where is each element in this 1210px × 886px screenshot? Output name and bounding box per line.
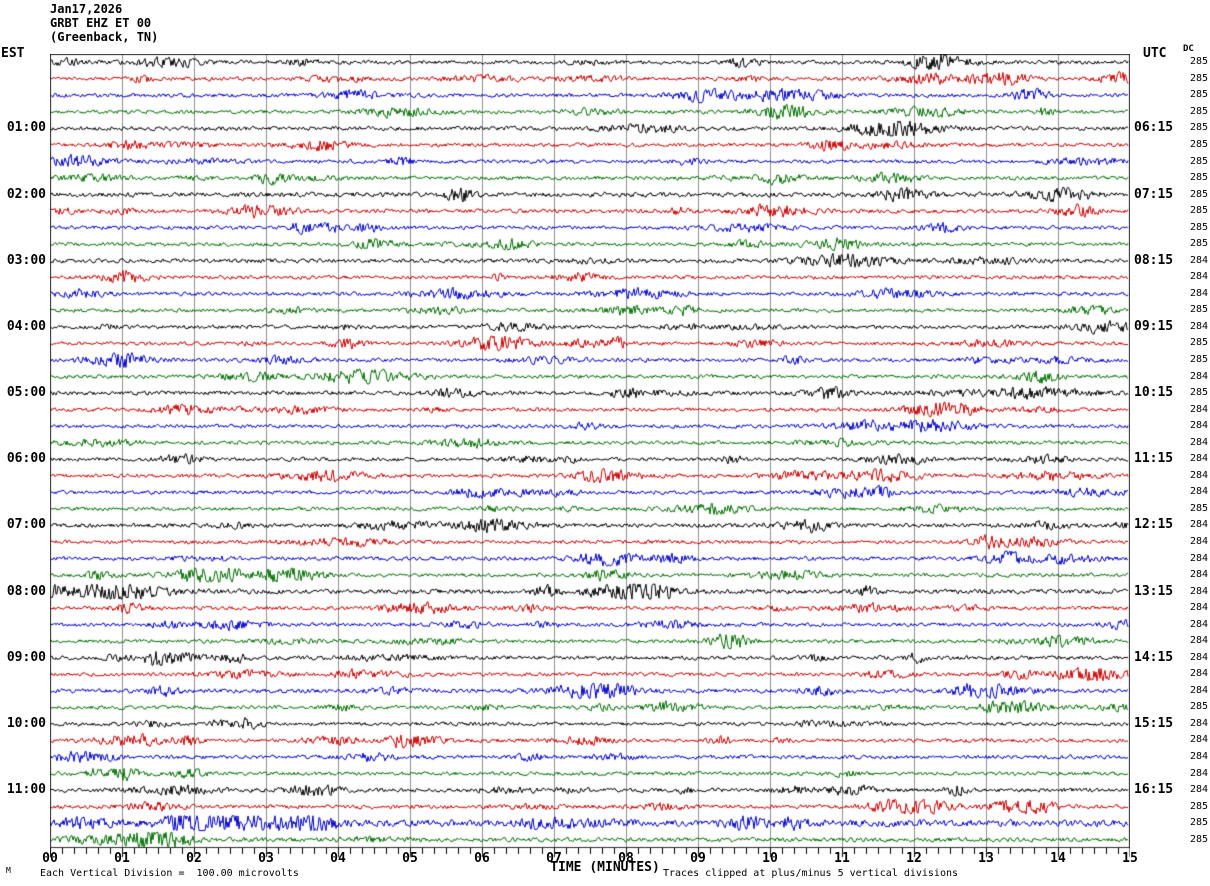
dc-value: 284 — [1189, 469, 1208, 481]
x-tick-label: 10 — [762, 851, 778, 866]
dc-value: 285 — [1189, 188, 1208, 200]
dc-value: 285 — [1189, 502, 1208, 514]
dc-value: 285 — [1189, 105, 1208, 117]
dc-value: 284 — [1189, 370, 1208, 382]
est-hour-label: 02:00 — [6, 186, 46, 202]
dc-value: 285 — [1189, 122, 1208, 134]
utc-hour-label: 16:15 — [1134, 782, 1174, 798]
utc-hour-label: 13:15 — [1134, 583, 1174, 599]
est-hour-label: 11:00 — [6, 782, 46, 798]
dc-value: 285 — [1189, 238, 1208, 250]
dc-value: 284 — [1189, 271, 1208, 283]
dc-value: 284 — [1189, 552, 1208, 564]
x-tick-label: 12 — [906, 851, 922, 866]
dc-value: 284 — [1189, 569, 1208, 581]
dc-value: 284 — [1189, 668, 1208, 680]
est-hour-label: 01:00 — [6, 120, 46, 136]
dc-value: 285 — [1189, 56, 1208, 68]
utc-hour-label: 10:15 — [1134, 385, 1174, 401]
dc-value: 284 — [1189, 602, 1208, 614]
x-tick-label: 01 — [114, 851, 130, 866]
dc-value: 284 — [1189, 767, 1208, 779]
dc-column-header: DC — [1183, 44, 1194, 54]
utc-hour-label: 06:15 — [1134, 120, 1174, 136]
utc-hour-label: 15:15 — [1134, 715, 1174, 731]
dc-value: 285 — [1189, 72, 1208, 84]
dc-value: 285 — [1189, 833, 1208, 845]
dc-value: 284 — [1189, 651, 1208, 663]
est-hour-label: 04:00 — [6, 318, 46, 334]
station-code: GRBT EHZ ET 00 — [50, 16, 152, 30]
est-hour-label: 06:00 — [6, 451, 46, 467]
x-tick-label: 13 — [978, 851, 994, 866]
dc-value: 284 — [1189, 751, 1208, 763]
est-hour-label: 05:00 — [6, 385, 46, 401]
dc-value: 284 — [1189, 535, 1208, 547]
dc-value: 284 — [1189, 585, 1208, 597]
utc-hour-label: 11:15 — [1134, 451, 1174, 467]
est-hour-label: 07:00 — [6, 517, 46, 533]
dc-value: 285 — [1189, 701, 1208, 713]
dc-value: 284 — [1189, 403, 1208, 415]
dc-value: 285 — [1189, 89, 1208, 101]
dc-value: 285 — [1189, 387, 1208, 399]
dc-value: 285 — [1189, 800, 1208, 812]
x-tick-label: 02 — [186, 851, 202, 866]
dc-value: 284 — [1189, 684, 1208, 696]
station-location: (Greenback, TN) — [50, 30, 159, 44]
corner-mark: M — [6, 866, 11, 875]
dc-value: 284 — [1189, 287, 1208, 299]
seismogram-plot[interactable] — [50, 54, 1130, 860]
x-tick-label: 05 — [402, 851, 418, 866]
x-tick-label: 14 — [1050, 851, 1066, 866]
x-tick-label: 03 — [258, 851, 274, 866]
dc-value: 284 — [1189, 420, 1208, 432]
x-tick-label: 11 — [834, 851, 850, 866]
dc-value: 284 — [1189, 453, 1208, 465]
scale-note: Each Vertical Division = 100.00 microvol… — [40, 868, 299, 879]
dc-value: 284 — [1189, 436, 1208, 448]
x-tick-label: 15 — [1122, 851, 1138, 866]
dc-value: 284 — [1189, 618, 1208, 630]
utc-hour-label: 07:15 — [1134, 186, 1174, 202]
dc-value: 285 — [1189, 354, 1208, 366]
est-hour-label: 08:00 — [6, 583, 46, 599]
est-hour-label: 03:00 — [6, 252, 46, 268]
utc-hour-label: 09:15 — [1134, 318, 1174, 334]
clip-note: Traces clipped at plus/minus 5 vertical … — [663, 868, 959, 879]
right-timezone-label: UTC — [1143, 46, 1167, 61]
record-date: Jan17,2026 — [50, 2, 123, 16]
est-hour-label: 10:00 — [6, 715, 46, 731]
utc-hour-label: 14:15 — [1134, 649, 1174, 665]
dc-value: 284 — [1189, 486, 1208, 498]
dc-value: 285 — [1189, 155, 1208, 167]
dc-value: 285 — [1189, 304, 1208, 316]
dc-value: 285 — [1189, 221, 1208, 233]
dc-value: 284 — [1189, 734, 1208, 746]
utc-hour-label: 08:15 — [1134, 252, 1174, 268]
dc-value: 285 — [1189, 817, 1208, 829]
dc-value: 285 — [1189, 138, 1208, 150]
dc-value: 284 — [1189, 717, 1208, 729]
left-timezone-label: EST — [1, 46, 25, 61]
dc-value: 284 — [1189, 519, 1208, 531]
utc-hour-label: 12:15 — [1134, 517, 1174, 533]
dc-value: 285 — [1189, 172, 1208, 184]
est-hour-label: 09:00 — [6, 649, 46, 665]
dc-value: 284 — [1189, 320, 1208, 332]
x-tick-label: 04 — [330, 851, 346, 866]
helicorder-page: Jan17,2026 GRBT EHZ ET 00 (Greenback, TN… — [0, 0, 1210, 886]
dc-value: 284 — [1189, 635, 1208, 647]
dc-value: 284 — [1189, 784, 1208, 796]
x-tick-label: 00 — [42, 851, 58, 866]
dc-value: 285 — [1189, 205, 1208, 217]
dc-value: 285 — [1189, 337, 1208, 349]
dc-value: 284 — [1189, 254, 1208, 266]
